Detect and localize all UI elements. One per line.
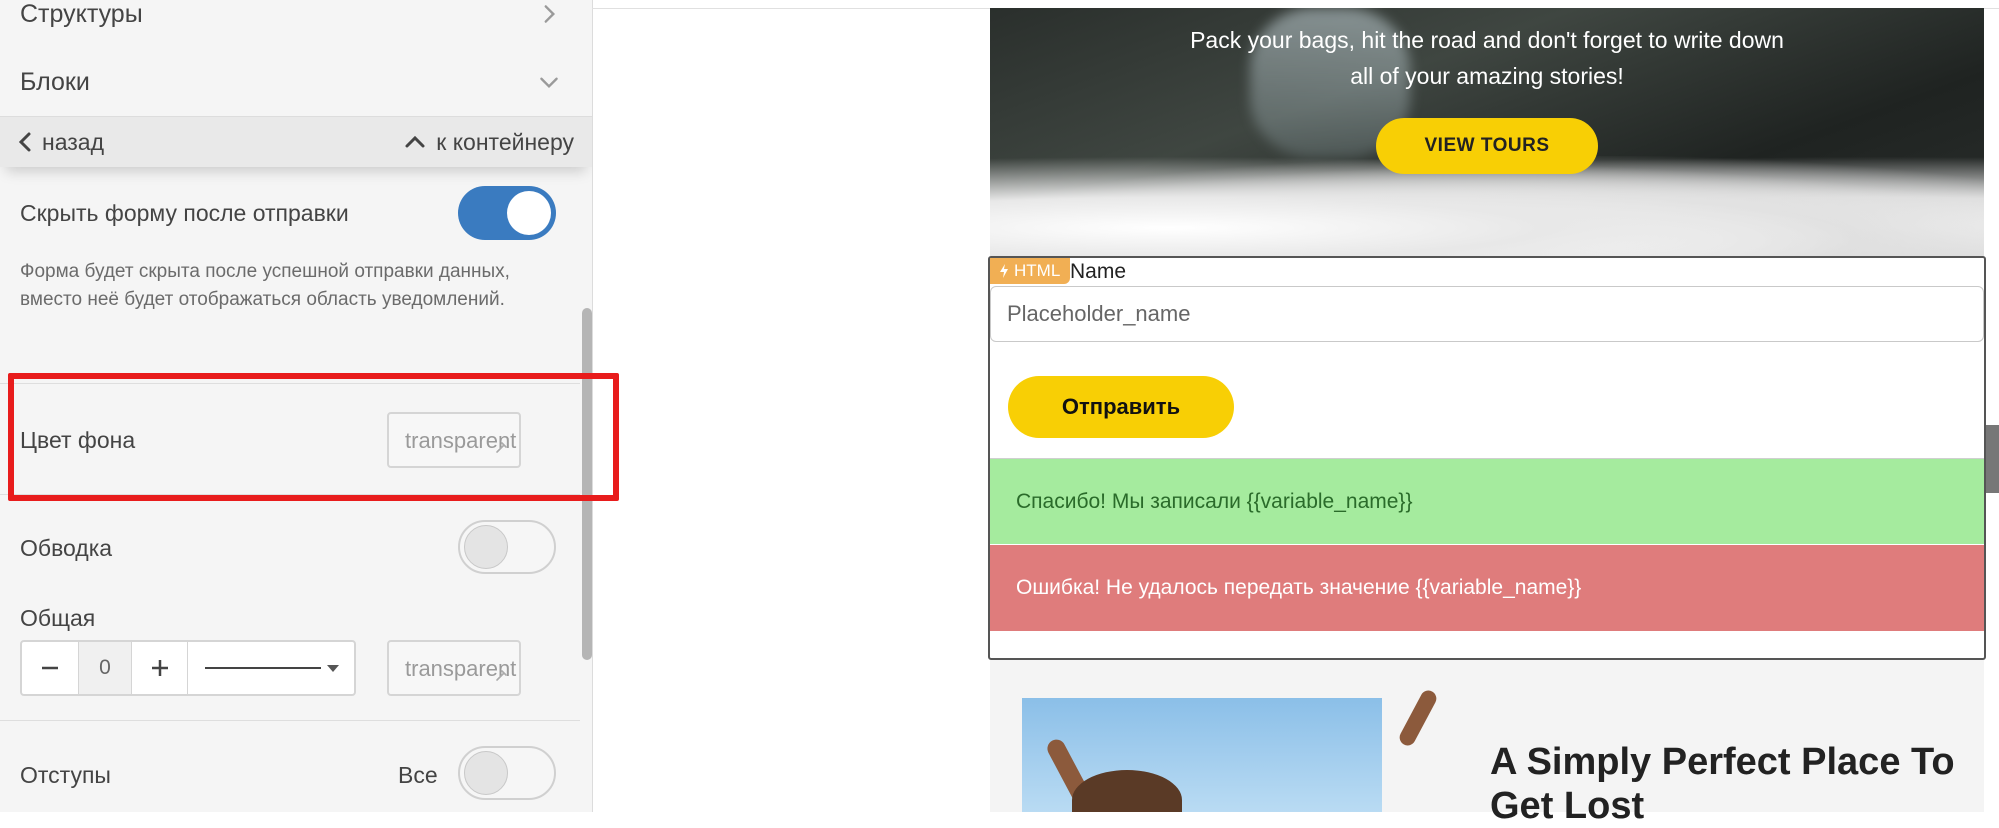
submit-button[interactable]: Отправить: [1008, 376, 1234, 438]
divider: [0, 383, 580, 384]
hide-form-label: Скрыть форму после отправки: [20, 200, 349, 226]
back-button[interactable]: назад: [18, 127, 104, 157]
resize-handle[interactable]: [1986, 425, 1999, 493]
accordion-blocks-label: Блоки: [20, 68, 90, 96]
divider: [0, 494, 580, 495]
success-message: Спасибо! Мы записали {{variable_name}}: [990, 458, 1984, 544]
bg-color-label: Цвет фона: [20, 427, 136, 453]
toggle-knob: [507, 191, 551, 235]
decrement-button[interactable]: [22, 642, 78, 694]
padding-toggle[interactable]: [458, 746, 556, 800]
padding-label: Отступы: [20, 762, 111, 788]
name-input[interactable]: Placeholder_name: [990, 286, 1984, 342]
chevron-left-icon: [18, 132, 31, 152]
hero-banner: Pack your bags, hit the road and don't f…: [990, 8, 1984, 256]
divider: [0, 720, 580, 721]
bg-color-picker[interactable]: transparent: [387, 412, 521, 468]
toggle-knob: [464, 751, 508, 795]
back-label: назад: [42, 128, 104, 155]
accordion-structures[interactable]: Структуры: [0, 0, 592, 49]
lightning-icon: [1000, 264, 1008, 278]
eyedropper-icon: [496, 442, 507, 453]
panel-navbar: назад к контейнеру: [0, 117, 592, 167]
name-field-label: Name: [1070, 260, 1127, 283]
form-block[interactable]: Name HTML Placeholder_name Отправить Спа…: [988, 256, 1986, 660]
to-container-button[interactable]: к контейнеру: [404, 127, 574, 157]
border-color-picker[interactable]: transparent: [387, 640, 521, 696]
hero-text: Pack your bags, hit the road and don't f…: [1190, 27, 1784, 89]
minus-icon: [42, 666, 58, 670]
chevron-up-icon: [405, 135, 425, 148]
general-label: Общая: [20, 605, 96, 631]
solid-line-style-icon: [205, 665, 339, 672]
section-title: A Simply Perfect Place To Get Lost: [1490, 741, 1955, 827]
chevron-right-icon: [544, 5, 556, 23]
photo-figure: [1072, 770, 1182, 812]
border-width-stepper: 0: [20, 640, 356, 696]
padding-all-label: Все: [398, 762, 438, 788]
hide-form-hint: Форма будет скрыта после успешной отправ…: [20, 261, 510, 310]
html-badge: HTML: [990, 258, 1071, 284]
increment-button[interactable]: [132, 642, 188, 694]
plus-icon: [151, 660, 168, 676]
accordion-blocks[interactable]: Блоки: [0, 48, 592, 117]
eyedropper-icon: [496, 670, 507, 681]
border-label: Обводка: [20, 535, 113, 561]
border-style-select[interactable]: [188, 642, 354, 694]
error-message: Ошибка! Не удалось передать значение {{v…: [990, 545, 1984, 631]
border-toggle[interactable]: [458, 520, 556, 574]
photo-figure-arm: [1396, 687, 1440, 749]
to-container-label: к контейнеру: [436, 128, 574, 155]
chevron-down-icon: [540, 77, 558, 89]
accordion-structures-label: Структуры: [20, 0, 143, 28]
hide-form-toggle[interactable]: [458, 186, 556, 240]
content-section: A Simply Perfect Place To Get Lost: [990, 660, 1984, 827]
html-badge-label: HTML: [1014, 261, 1061, 280]
panel-scrollbar[interactable]: [582, 308, 592, 660]
border-width-value[interactable]: 0: [78, 642, 132, 694]
travel-photo: [1022, 698, 1382, 812]
toggle-knob: [464, 525, 508, 569]
view-tours-button[interactable]: VIEW TOURS: [1376, 118, 1598, 174]
settings-panel: Структуры Блоки назад к контейнеру Скрыт…: [0, 0, 593, 812]
